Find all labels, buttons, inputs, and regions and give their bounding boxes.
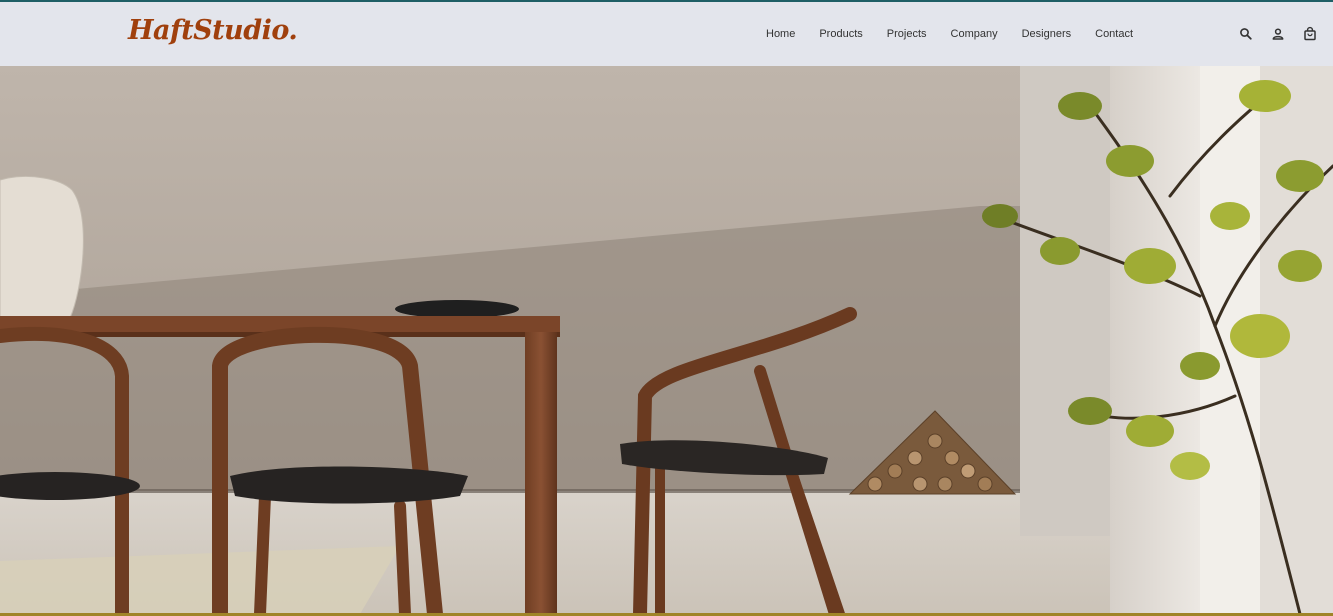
search-icon[interactable] [1238, 26, 1254, 42]
account-icon[interactable] [1270, 26, 1286, 42]
logo[interactable]: HaftStudio. [128, 15, 298, 46]
nav-projects[interactable]: Projects [887, 26, 927, 42]
header-actions [1238, 26, 1333, 42]
hero-image [0, 66, 1333, 614]
cart-icon[interactable] [1302, 26, 1318, 42]
main-nav: Home Products Projects Company Designers… [766, 26, 1157, 42]
nav-contact[interactable]: Contact [1095, 26, 1133, 42]
nav-designers[interactable]: Designers [1022, 26, 1072, 42]
nav-company[interactable]: Company [951, 26, 998, 42]
nav-home[interactable]: Home [766, 26, 795, 42]
nav-products[interactable]: Products [819, 26, 862, 42]
site-header: HaftStudio. Home Products Projects Compa… [0, 2, 1333, 66]
